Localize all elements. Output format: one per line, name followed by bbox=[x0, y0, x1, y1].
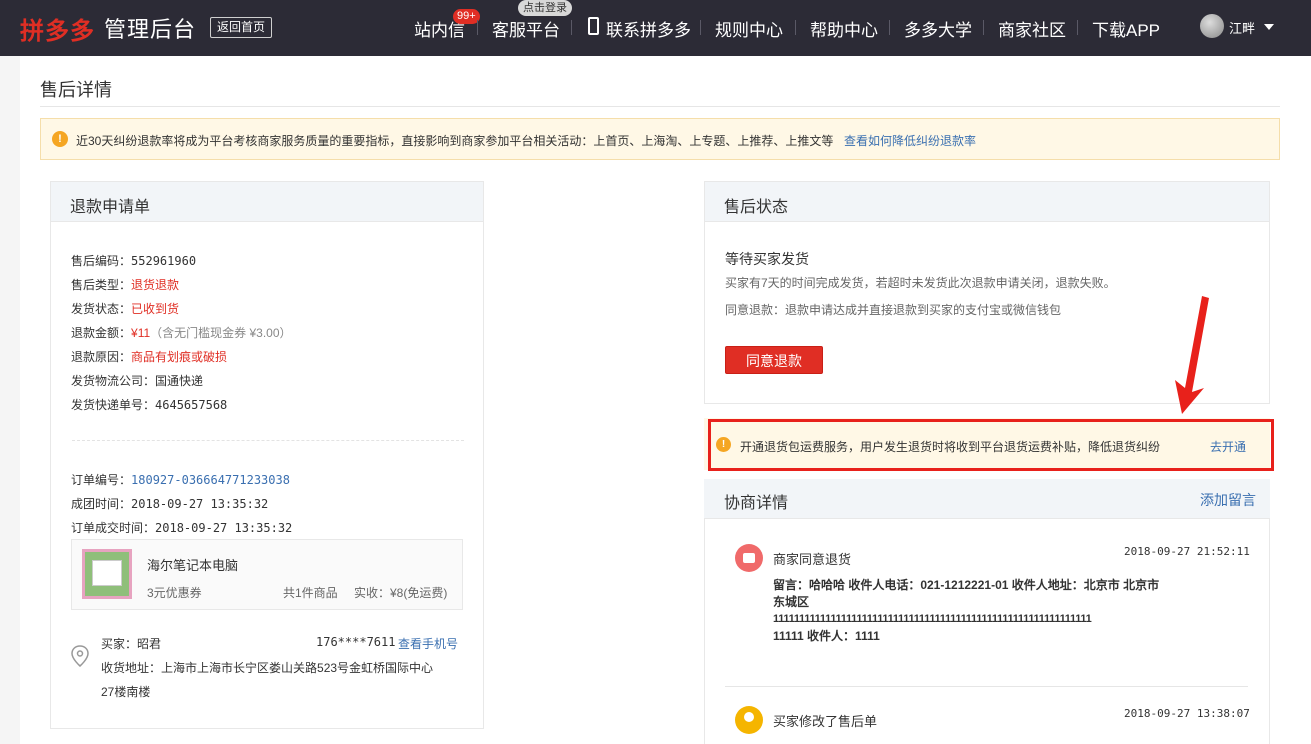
card-title: 协商详情 bbox=[724, 495, 789, 512]
message-body-line: 留言：哈哈哈 收件人电话：021-1212221-01 收件人地址：北京市 北京… bbox=[773, 578, 1160, 592]
notice-text: 开通退货包运费服务，用户发生退货时将收到平台退货运费补贴，降低退货纠纷 bbox=[740, 440, 1161, 454]
warning-link[interactable]: 查看如何降低纠纷退款率 bbox=[844, 132, 976, 149]
tracking-number-row: 发货快递单号：4645657568 bbox=[71, 398, 228, 412]
nav-community[interactable]: 商家社区 bbox=[998, 16, 1066, 41]
buyer-phone: 176****7611 bbox=[316, 635, 396, 649]
title-divider bbox=[40, 106, 1280, 107]
nav-service[interactable]: 客服平台 bbox=[492, 16, 560, 41]
location-pin-icon bbox=[71, 645, 89, 667]
agree-refund-button[interactable]: 同意退款 bbox=[725, 346, 823, 374]
user-name[interactable]: 江畔 bbox=[1229, 18, 1255, 37]
phone-icon bbox=[588, 17, 599, 35]
inbox-badge: 99+ bbox=[453, 9, 480, 24]
nav-rules[interactable]: 规则中心 bbox=[715, 16, 783, 41]
product-image-laptop bbox=[92, 560, 122, 586]
address-line-2: 27楼南楼 bbox=[101, 685, 151, 699]
logo[interactable]: 拼多多 bbox=[20, 11, 95, 46]
message-title: 买家修改了售后单 bbox=[773, 714, 878, 729]
product-coupon: 3元优惠券 bbox=[147, 586, 202, 600]
status-heading: 等待买家发货 bbox=[725, 251, 809, 267]
card-header bbox=[704, 479, 1270, 519]
message-time: 2018-09-27 13:38:07 bbox=[1124, 707, 1250, 720]
add-message-link[interactable]: 添加留言 bbox=[1200, 490, 1256, 510]
card-header: 售后状态 bbox=[705, 182, 1269, 222]
nav-divider bbox=[571, 20, 572, 35]
refund-code-row: 售后编码：552961960 bbox=[71, 254, 197, 268]
warning-icon: ! bbox=[716, 437, 731, 452]
nav-divider bbox=[477, 20, 478, 35]
warning-icon: ! bbox=[52, 131, 68, 147]
message-time: 2018-09-27 21:52:11 bbox=[1124, 545, 1250, 558]
page-title: 售后详情 bbox=[40, 80, 112, 100]
product-count: 共1件商品 bbox=[283, 586, 338, 600]
card-title: 售后状态 bbox=[724, 199, 789, 216]
nav-divider bbox=[889, 20, 890, 35]
nav-help[interactable]: 帮助中心 bbox=[810, 16, 878, 41]
order-number-row: 订单编号：180927-036664771233038 bbox=[71, 473, 290, 487]
message-body-line: 11111 收件人：1111 bbox=[773, 629, 880, 643]
nav-divider bbox=[983, 20, 984, 35]
message-body-line: 1111111111111111111111111111111111111111… bbox=[773, 613, 1092, 625]
merchant-icon bbox=[735, 544, 763, 572]
address-row: 收货地址：上海市上海市长宁区娄山关路523号金虹桥国际中心 bbox=[101, 661, 434, 675]
chevron-down-icon[interactable] bbox=[1264, 24, 1274, 30]
nav-divider bbox=[1077, 20, 1078, 35]
status-desc: 买家有7天的时间完成发货，若超时未发货此次退款申请关闭，退款失败。 bbox=[725, 276, 1116, 290]
warning-text: 近30天纠纷退款率将成为平台考核商家服务质量的重要指标，直接影响到商家参加平台相… bbox=[76, 134, 834, 148]
card-header: 退款申请单 bbox=[51, 182, 483, 222]
logo-subtitle: 管理后台 bbox=[104, 17, 197, 42]
refund-reason-row: 退款原因：商品有划痕或破损 bbox=[71, 350, 228, 364]
card-title: 退款申请单 bbox=[70, 199, 151, 216]
message-body-line: 东城区 bbox=[773, 595, 810, 609]
nav-university[interactable]: 多多大学 bbox=[904, 16, 972, 41]
group-time-row: 成团时间：2018-09-27 13:35:32 bbox=[71, 497, 269, 511]
avatar[interactable] bbox=[1200, 14, 1224, 38]
arrow-annotation-icon bbox=[1175, 296, 1209, 414]
section-divider bbox=[72, 440, 464, 441]
ship-status-row: 发货状态：已收到货 bbox=[71, 302, 180, 316]
deal-time-row: 订单成交时间：2018-09-27 13:35:32 bbox=[71, 521, 293, 535]
view-phone-link[interactable]: 查看手机号 bbox=[398, 635, 458, 652]
product-paid: 实收：¥8(免运费) bbox=[354, 586, 448, 600]
message-title: 商家同意退货 bbox=[773, 552, 852, 567]
activate-link[interactable]: 去开通 bbox=[1210, 438, 1246, 455]
back-home-button[interactable]: 返回首页 bbox=[210, 17, 273, 38]
buyer-row: 买家：昭君 bbox=[101, 637, 162, 651]
service-login-badge[interactable]: 点击登录 bbox=[518, 0, 572, 16]
refund-amount-row: 退款金额：¥11（含无门槛现金券 ¥3.00） bbox=[71, 326, 292, 340]
buyer-icon bbox=[735, 706, 763, 734]
nav-divider bbox=[795, 20, 796, 35]
product-name[interactable]: 海尔笔记本电脑 bbox=[147, 555, 238, 574]
agree-note: 同意退款：退款申请达成并直接退款到买家的支付宝或微信钱包 bbox=[725, 303, 1062, 317]
nav-contact[interactable]: 联系拼多多 bbox=[606, 16, 691, 41]
message-divider bbox=[725, 686, 1248, 687]
nav-download[interactable]: 下载APP bbox=[1092, 16, 1160, 41]
order-number-link[interactable]: 180927-036664771233038 bbox=[131, 473, 290, 487]
logistics-company-row: 发货物流公司：国通快递 bbox=[71, 374, 204, 388]
refund-type-row: 售后类型：退货退款 bbox=[71, 278, 180, 292]
nav-divider bbox=[700, 20, 701, 35]
